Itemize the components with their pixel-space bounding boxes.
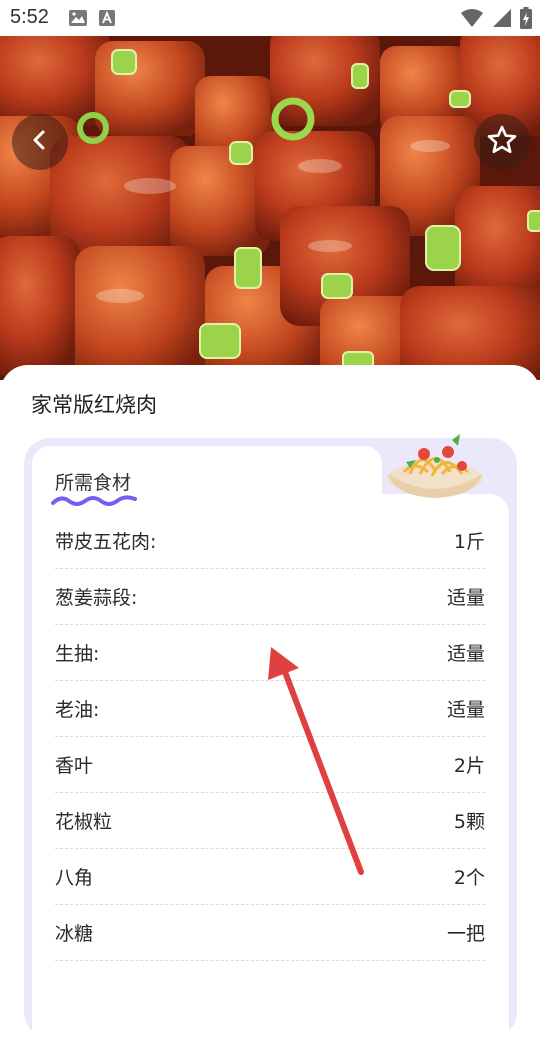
bowl-icon [380, 430, 490, 504]
ingredient-amount: 5颗 [453, 811, 485, 833]
ingredient-name: 带皮五花肉: [55, 531, 157, 553]
ingredient-amount: 一把 [446, 923, 485, 945]
ingredient-row: 带皮五花肉: 1斤 [55, 513, 485, 569]
a-icon [98, 9, 116, 31]
ingredient-row: 老油: 适量 [55, 681, 485, 737]
ingredient-amount: 1斤 [453, 531, 485, 553]
recipe-sheet: 家常版红烧肉 所需食材 带皮五花肉: 1斤 葱姜蒜段: 适量 生抽: 适量 老油… [0, 365, 540, 1054]
ingredient-row: 香叶 2片 [55, 737, 485, 793]
signal-icon [492, 8, 512, 32]
ingredients-list: 带皮五花肉: 1斤 葱姜蒜段: 适量 生抽: 适量 老油: 适量 香叶 2片 花椒粒 5颗 … [55, 513, 485, 961]
ingredient-row: 八角 2个 [55, 849, 485, 905]
ingredient-row: 葱姜蒜段: 适量 [55, 569, 485, 625]
ingredient-name: 花椒粒 [55, 811, 113, 833]
gallery-icon [68, 9, 88, 31]
wifi-icon [460, 8, 484, 32]
back-icon [30, 128, 50, 156]
battery-icon [520, 7, 532, 33]
ingredient-row: 冰糖 一把 [55, 905, 485, 961]
recipe-title: 家常版红烧肉 [31, 393, 157, 417]
ingredient-name: 老油: [55, 699, 100, 721]
ingredient-name: 生抽: [55, 643, 100, 665]
ingredient-row: 花椒粒 5颗 [55, 793, 485, 849]
ingredients-title: 所需食材 [55, 472, 132, 494]
ingredient-amount: 2个 [453, 867, 485, 889]
status-bar: 5:52 [0, 0, 540, 36]
ingredient-name: 香叶 [55, 755, 94, 777]
status-time: 5:52 [10, 6, 49, 28]
ingredient-amount: 适量 [446, 699, 485, 721]
ingredient-amount: 适量 [446, 643, 485, 665]
dish-photo [0, 36, 540, 380]
star-icon [486, 124, 518, 160]
ingredient-name: 冰糖 [55, 923, 94, 945]
favorite-button[interactable] [474, 114, 530, 170]
ingredients-card: 所需食材 带皮五花肉: 1斤 葱姜蒜段: 适量 生抽: 适量 老油: 适量 香叶 2片 花… [24, 434, 517, 1054]
back-button[interactable] [12, 114, 68, 170]
ingredient-name: 八角 [55, 867, 94, 889]
ingredient-name: 葱姜蒜段: [55, 587, 138, 609]
ingredient-amount: 2片 [453, 755, 485, 777]
ingredient-amount: 适量 [446, 587, 485, 609]
ingredient-row: 生抽: 适量 [55, 625, 485, 681]
